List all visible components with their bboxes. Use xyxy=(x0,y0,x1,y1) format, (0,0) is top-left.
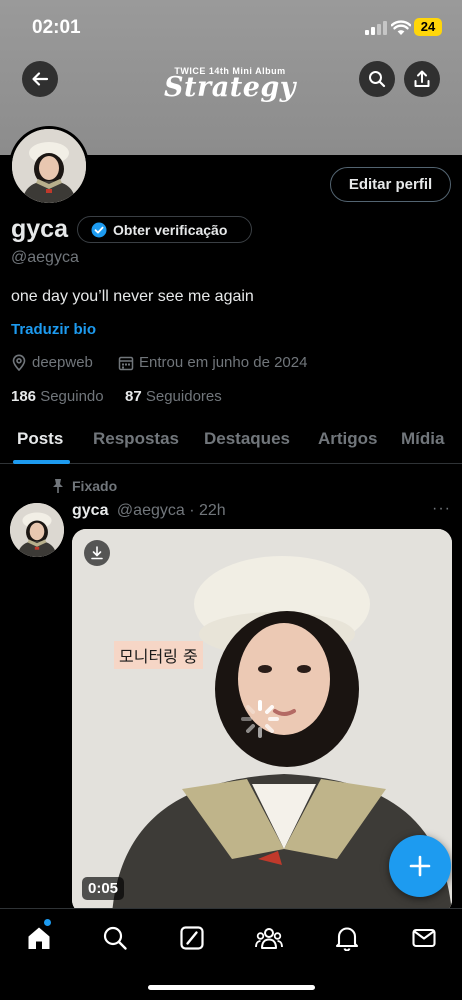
following-label: Seguindo xyxy=(40,388,104,405)
nav-grok[interactable] xyxy=(177,923,207,953)
banner-album-title: Strategy xyxy=(164,72,296,103)
followers-label: Seguidores xyxy=(145,388,222,405)
plus-icon xyxy=(409,855,431,877)
translate-bio-link[interactable]: Traduzir bio xyxy=(11,321,96,338)
download-button[interactable] xyxy=(84,540,110,566)
avatar-image xyxy=(12,129,86,203)
battery-indicator: 24 xyxy=(414,18,442,36)
search-icon xyxy=(369,71,386,88)
grok-icon xyxy=(180,926,204,950)
back-button[interactable] xyxy=(22,61,58,97)
profile-location: deepweb xyxy=(11,354,93,371)
avatar-image xyxy=(10,503,64,557)
profile-search-button[interactable] xyxy=(359,61,395,97)
communities-icon xyxy=(255,928,283,949)
active-tab-indicator xyxy=(13,460,70,464)
search-icon xyxy=(103,926,127,950)
following-link[interactable]: 186 Seguindo xyxy=(11,388,104,405)
compose-post-button[interactable] xyxy=(389,835,451,897)
profile-join-date: Entrou em junho de 2024 xyxy=(118,354,307,371)
post-header: gyca @aegyca · 22h xyxy=(72,502,226,520)
home-indicator xyxy=(148,985,315,990)
get-verified-label: Obter verificação xyxy=(113,221,228,238)
status-bar: 02:01 24 xyxy=(0,0,462,56)
profile-bio: one day you’ll never see me again xyxy=(11,288,254,305)
wifi-icon xyxy=(391,20,411,35)
location-pin-icon xyxy=(12,354,26,371)
location-text: deepweb xyxy=(32,354,93,371)
pin-icon xyxy=(53,479,63,493)
following-count: 186 xyxy=(11,388,37,405)
get-verified-button[interactable]: Obter verificação xyxy=(77,216,252,243)
calendar-icon xyxy=(118,356,134,370)
messages-icon xyxy=(412,928,436,948)
profile-avatar[interactable] xyxy=(9,126,89,206)
verified-badge-icon xyxy=(91,222,107,238)
cellular-signal-icon xyxy=(365,21,387,35)
status-time: 02:01 xyxy=(32,17,81,38)
followers-link[interactable]: 87 Seguidores xyxy=(125,388,222,405)
download-icon xyxy=(91,546,103,560)
home-icon xyxy=(28,927,50,949)
tab-destaques[interactable]: Destaques xyxy=(204,429,290,449)
share-icon xyxy=(414,70,430,87)
tab-artigos[interactable]: Artigos xyxy=(318,429,378,449)
tab-midia[interactable]: Mídia xyxy=(401,429,444,449)
profile-tabs: Posts Respostas Destaques Artigos Mídia xyxy=(0,420,462,464)
profile-name: gyca xyxy=(11,215,68,243)
nav-communities[interactable] xyxy=(254,923,284,953)
tab-posts[interactable]: Posts xyxy=(17,429,63,449)
nav-home[interactable] xyxy=(24,923,54,953)
video-duration: 0:05 xyxy=(82,877,125,900)
notifications-icon xyxy=(335,927,359,951)
post-author-handle[interactable]: @aegyca xyxy=(117,502,185,519)
post-author-avatar[interactable] xyxy=(10,503,64,557)
nav-messages[interactable] xyxy=(409,923,439,953)
video-caption-overlay: 모니터링 중 xyxy=(114,641,203,669)
share-profile-button[interactable] xyxy=(404,61,440,97)
loading-spinner-icon xyxy=(241,700,279,738)
pinned-indicator: Fixado xyxy=(52,478,117,494)
followers-count: 87 xyxy=(125,388,142,405)
post-author-name[interactable]: gyca xyxy=(72,502,108,519)
post-more-icon[interactable]: ··· xyxy=(432,500,451,518)
home-unread-dot xyxy=(44,919,51,926)
join-date-text: Entrou em junho de 2024 xyxy=(139,354,308,371)
post-time: · 22h xyxy=(189,502,226,519)
nav-notifications[interactable] xyxy=(332,923,362,953)
profile-handle: @aegyca xyxy=(11,249,79,266)
nav-search[interactable] xyxy=(100,923,130,953)
edit-profile-button[interactable]: Editar perfil xyxy=(330,167,451,202)
tab-respostas[interactable]: Respostas xyxy=(93,429,179,449)
arrow-left-icon xyxy=(32,72,49,86)
pinned-label: Fixado xyxy=(72,478,118,494)
